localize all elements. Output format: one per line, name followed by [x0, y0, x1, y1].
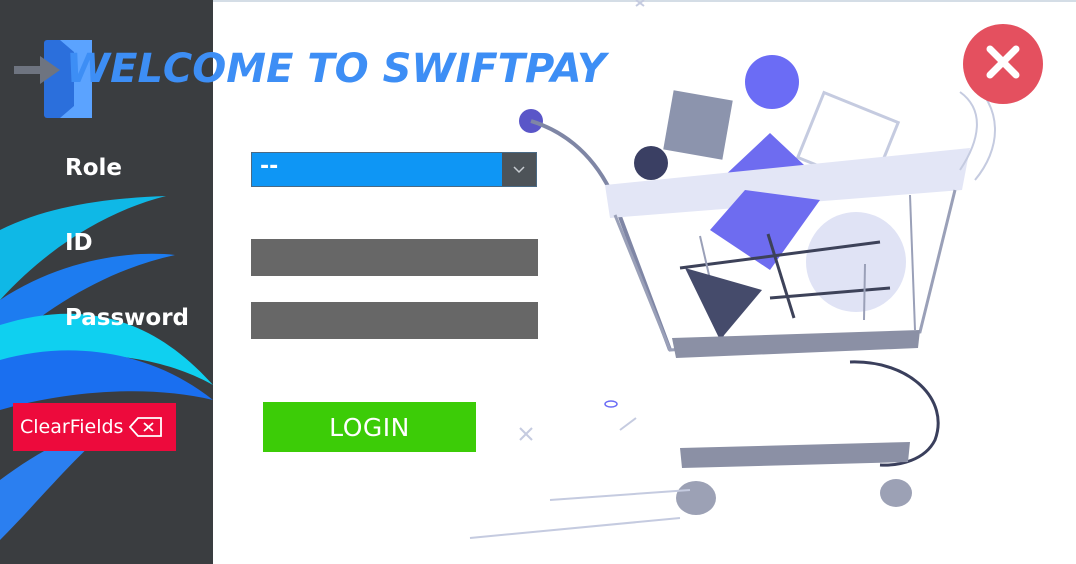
- role-selected-value: --: [260, 154, 279, 179]
- role-label: Role: [65, 155, 122, 181]
- login-button-label: LOGIN: [329, 412, 410, 442]
- close-button[interactable]: [963, 24, 1043, 104]
- password-label: Password: [65, 305, 189, 331]
- clear-fields-label: ClearFields: [20, 416, 124, 438]
- backspace-icon: [129, 417, 163, 437]
- close-icon: [984, 43, 1022, 85]
- shopping-cart-illustration: [469, 0, 996, 539]
- id-label: ID: [65, 230, 93, 256]
- clear-fields-button[interactable]: ClearFields: [13, 403, 176, 451]
